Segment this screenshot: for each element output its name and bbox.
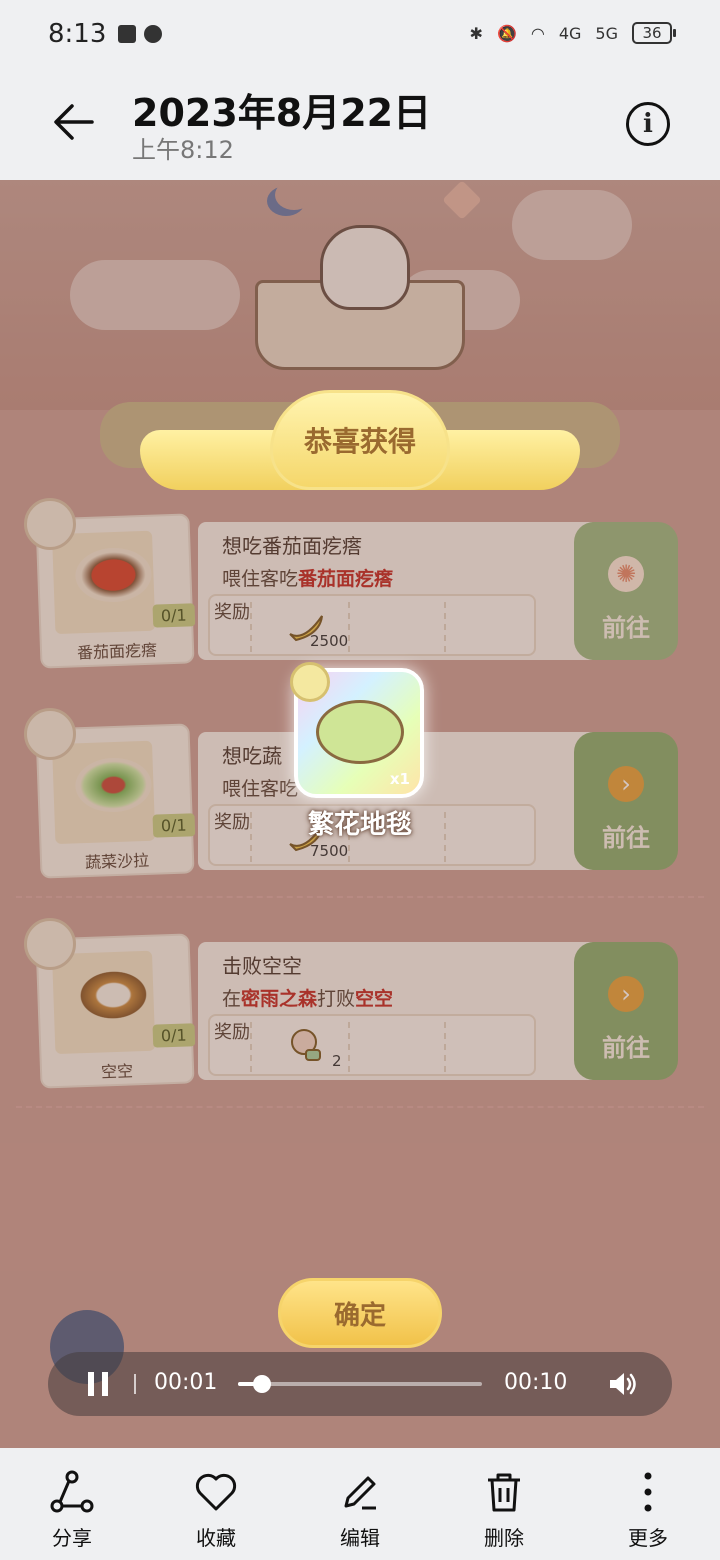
arrow-left-icon: [54, 104, 94, 140]
more-vertical-icon: [644, 1472, 652, 1512]
upload-notification-icon: [118, 25, 137, 43]
bluetooth-icon: ✱: [469, 23, 483, 43]
bottom-toolbar: 分享 收藏 编辑 删除 更多: [0, 1448, 720, 1560]
reward-quantity: x1: [389, 770, 410, 788]
pencil-icon: [344, 1476, 376, 1510]
scroll-tag-icon: [290, 662, 330, 702]
header: 2023年8月22日 上午8:12 i: [0, 68, 720, 180]
media-viewer[interactable]: 0/1 番茄面疙瘩 想吃番茄面疙瘩 喂住客吃番茄面疙瘩 奖励 2500 ✺ 前往: [0, 180, 720, 1448]
edit-button[interactable]: 编辑: [288, 1448, 432, 1560]
seek-bar[interactable]: [238, 1375, 482, 1393]
volume-icon[interactable]: [608, 1370, 640, 1398]
delete-button[interactable]: 删除: [432, 1448, 576, 1560]
confirm-button[interactable]: 确定: [278, 1278, 442, 1348]
back-button[interactable]: [48, 96, 100, 148]
share-button[interactable]: 分享: [0, 1448, 144, 1560]
signal-4g-icon: 4G: [558, 23, 582, 43]
more-button[interactable]: 更多: [576, 1448, 720, 1560]
banner-title: 恭喜获得: [303, 425, 416, 458]
trash-icon: [488, 1473, 520, 1512]
congrats-banner: 恭喜获得: [140, 390, 580, 510]
video-controls: 00:01 00:10: [48, 1352, 672, 1416]
favorite-button[interactable]: 收藏: [144, 1448, 288, 1560]
seek-handle[interactable]: [253, 1375, 272, 1393]
signal-5g-icon: 5G: [595, 23, 618, 43]
battery-icon: 36: [632, 22, 676, 44]
page-subtitle: 上午8:12: [132, 136, 234, 164]
status-time: 8:13: [48, 19, 107, 49]
heart-icon: [195, 1473, 237, 1511]
current-time: 00:01: [154, 1370, 218, 1395]
status-bar: 8:13 ✱ 🔕 ◠ 4G 5G 36: [0, 0, 720, 68]
reward-item-name: 繁花地毯: [307, 810, 412, 840]
info-icon: i: [643, 109, 653, 139]
pause-icon[interactable]: [88, 1372, 108, 1396]
flower-carpet-icon: [316, 700, 404, 764]
heart-shield-notification-icon: [144, 25, 163, 43]
wifi-icon: ◠: [530, 23, 545, 43]
total-time: 00:10: [504, 1370, 568, 1395]
reward-item-card: x1: [290, 662, 424, 798]
page-title: 2023年8月22日: [132, 91, 432, 135]
share-icon: [50, 1470, 94, 1513]
mute-icon: 🔕: [496, 23, 517, 43]
info-button[interactable]: i: [626, 102, 670, 146]
